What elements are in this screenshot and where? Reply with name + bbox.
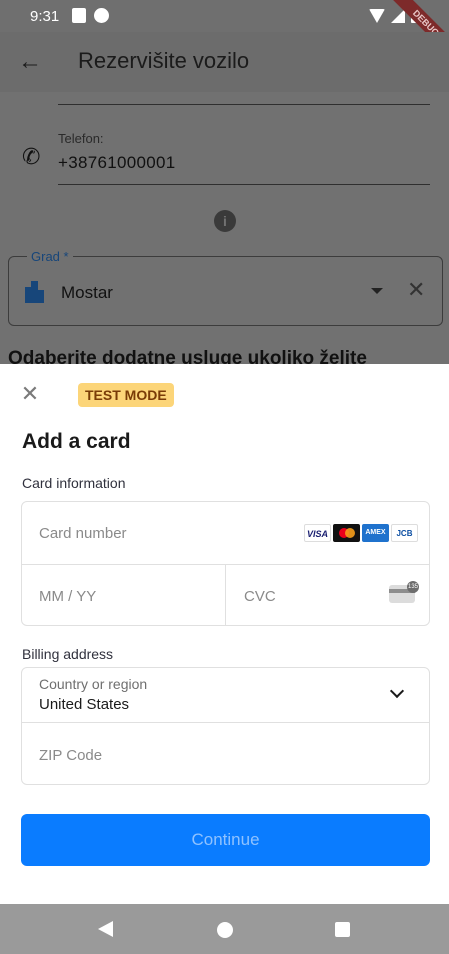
card-information-label: Card information	[22, 475, 126, 491]
signal-icon	[391, 9, 405, 23]
address-divider	[22, 722, 429, 723]
city-icon	[23, 281, 45, 303]
phone-field[interactable]: +38761000001	[58, 153, 176, 173]
billing-address-box: Country or region United States ZIP Code	[21, 667, 430, 785]
app-notification-icon	[94, 8, 109, 23]
cvc-input[interactable]: CVC	[244, 588, 276, 605]
dropdown-arrow-icon[interactable]	[371, 288, 383, 294]
expiry-input[interactable]: MM / YY	[39, 588, 96, 605]
expiry-cvc-divider	[225, 564, 226, 625]
status-bar: 9:31 DEBUG	[0, 0, 449, 60]
card-brands: VISA AMEX JCB	[304, 524, 418, 542]
sd-card-icon	[72, 8, 86, 23]
page-title: Rezervišite vozilo	[78, 48, 250, 73]
notification-icons	[72, 8, 109, 23]
nav-home-icon[interactable]	[217, 922, 233, 938]
arrow-left-icon[interactable]: ←	[18, 50, 44, 74]
phone-icon: ✆	[22, 144, 41, 169]
app-screen: 9:31 DEBUG ← Rezervišite vozilo ✆ Telefo…	[0, 0, 449, 954]
card-information-box: Card number VISA AMEX JCB MM / YY CVC 13…	[21, 501, 430, 626]
nav-recents-icon[interactable]	[335, 922, 350, 937]
wifi-icon	[369, 9, 385, 23]
zip-code-input[interactable]: ZIP Code	[39, 747, 102, 764]
mastercard-icon	[333, 524, 360, 542]
chevron-down-icon[interactable]	[389, 683, 405, 699]
services-heading: Odaberite dodatne usluge ukoliko želite	[8, 348, 367, 364]
close-icon[interactable]: ✕	[20, 383, 40, 405]
test-mode-badge: TEST MODE	[78, 383, 174, 407]
app-bar: ← Rezervišite vozilo	[0, 32, 449, 92]
system-nav-bar	[0, 904, 449, 954]
visa-icon: VISA	[304, 524, 331, 542]
card-number-input[interactable]: Card number	[39, 525, 127, 542]
phone-field-underline	[58, 184, 430, 185]
phone-label: Telefon:	[58, 131, 104, 146]
amex-icon: AMEX	[362, 524, 389, 542]
jcb-icon: JCB	[391, 524, 418, 542]
cvc-icon-badge: 135	[407, 581, 419, 593]
city-label: Grad *	[27, 249, 73, 264]
country-label: Country or region	[39, 676, 148, 692]
previous-field-underline	[58, 104, 430, 105]
cvc-card-icon: 135	[389, 581, 419, 603]
clear-icon[interactable]: ✕	[407, 277, 425, 303]
reservation-form: ✆ Telefon: +38761000001 i Grad * Mostar …	[0, 92, 449, 364]
info-icon[interactable]: i	[214, 210, 236, 232]
add-card-sheet: ✕ TEST MODE Add a card Card information …	[0, 364, 449, 904]
continue-button[interactable]: Continue	[21, 814, 430, 866]
sheet-title: Add a card	[22, 430, 131, 453]
city-value: Mostar	[61, 283, 113, 302]
country-select[interactable]: United States	[39, 696, 129, 713]
billing-address-label: Billing address	[22, 646, 114, 662]
nav-back-icon[interactable]	[98, 921, 113, 937]
status-time: 9:31	[30, 8, 60, 25]
city-dropdown[interactable]: Grad * Mostar ✕	[8, 249, 443, 326]
